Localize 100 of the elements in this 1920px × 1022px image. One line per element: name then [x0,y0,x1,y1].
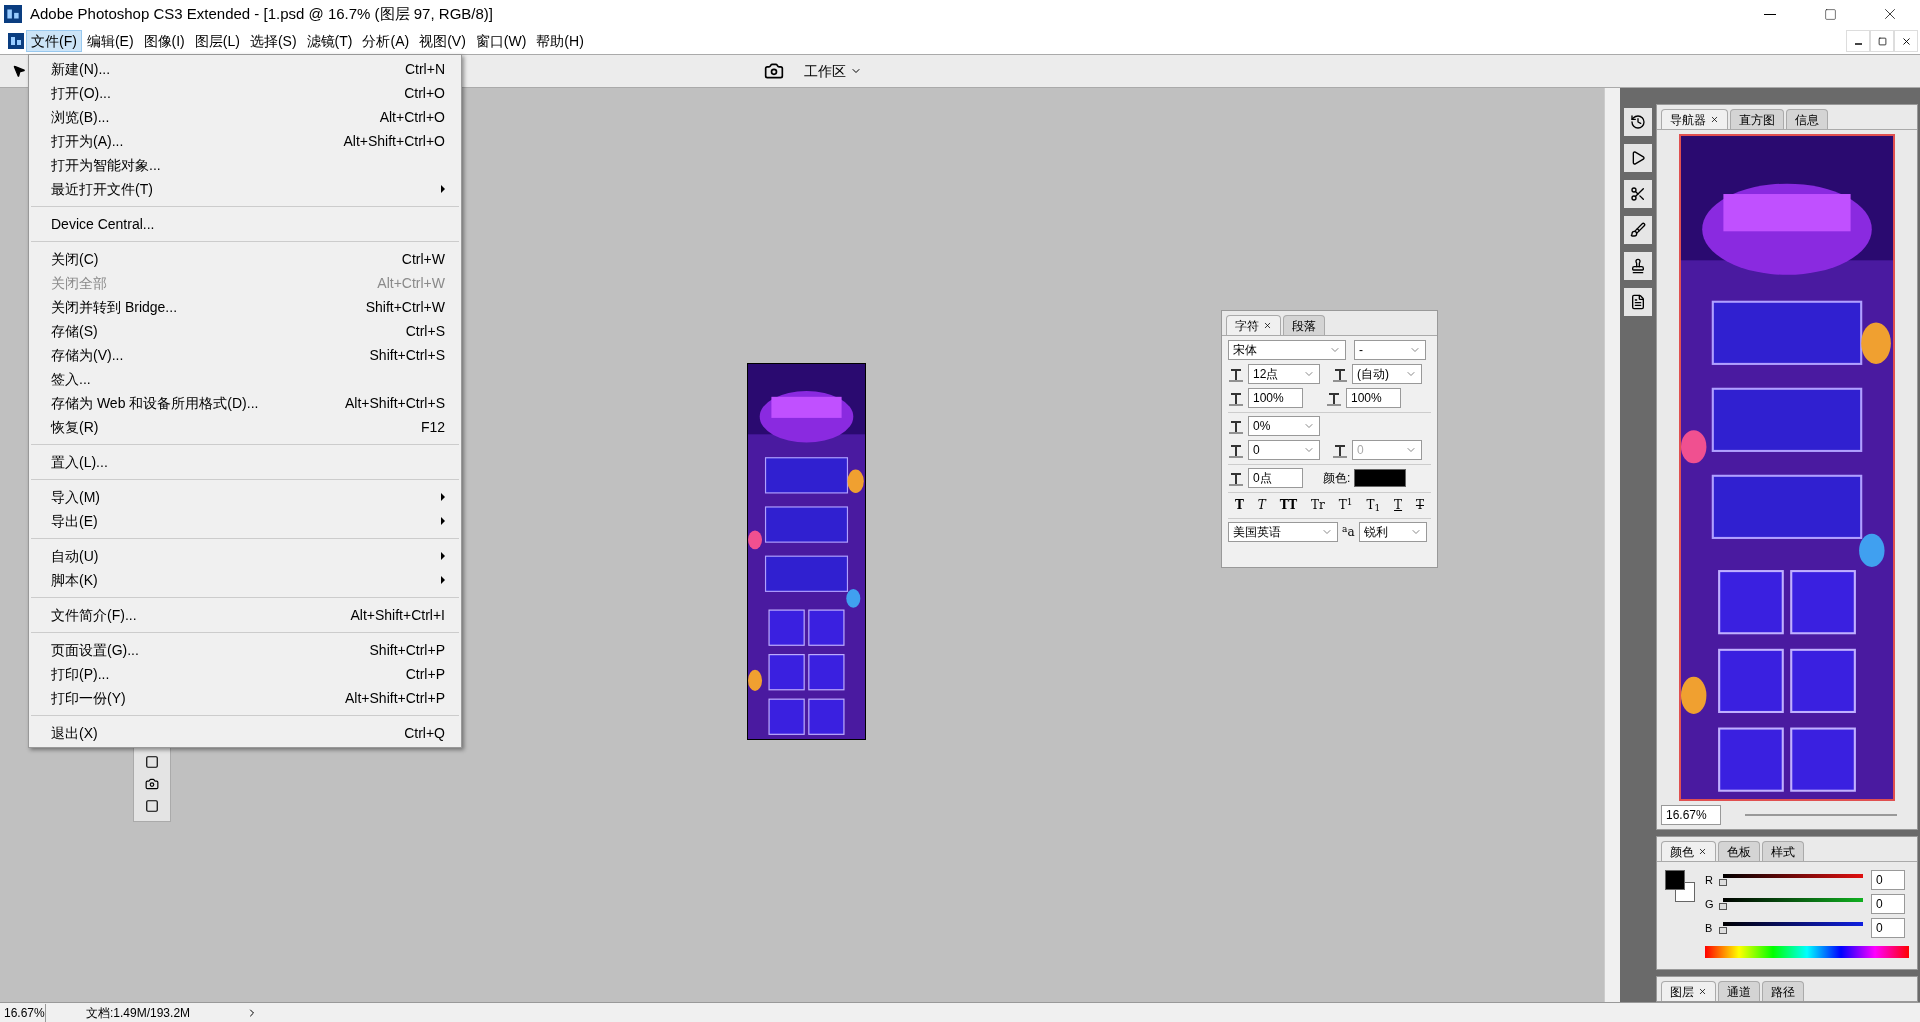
menu-entry[interactable]: 打开(O)... Ctrl+O [29,81,461,105]
submenu-arrow-icon [441,185,445,193]
close-icon[interactable] [1698,987,1707,996]
menu-entry[interactable]: 关闭(C) Ctrl+W [29,247,461,271]
dropdown[interactable]: 美国英语 [1228,522,1338,542]
menu-entry[interactable]: 置入(L)... [29,450,461,474]
input-field[interactable]: 0 [1871,918,1905,938]
menu-entry[interactable]: 关闭并转到 Bridge... Shift+Ctrl+W [29,295,461,319]
color-swatches[interactable] [1665,870,1697,904]
menu-entry[interactable]: 新建(N)... Ctrl+N [29,57,461,81]
menu-entry[interactable]: 浏览(B)... Alt+Ctrl+O [29,105,461,129]
close-icon[interactable] [1263,321,1272,330]
screen-mode-icon[interactable] [145,799,159,813]
dropdown[interactable]: 宋体 [1228,340,1346,360]
close-button[interactable] [1894,30,1918,52]
input-field[interactable]: 0 [1871,870,1905,890]
dock-icon[interactable] [1630,222,1646,238]
panel-tab[interactable]: 字符 [1226,315,1281,335]
panel-tab[interactable]: 图层 [1661,981,1716,1001]
panel-tab[interactable]: 样式 [1762,841,1804,861]
dock-icon[interactable] [1630,186,1646,202]
dock-icon[interactable] [1630,294,1646,310]
close-icon[interactable] [1710,115,1719,124]
menu-item[interactable]: 帮助(H) [531,30,589,52]
input-field[interactable]: 100% [1346,388,1401,408]
panel-tab[interactable]: 直方图 [1730,109,1784,129]
text-style-button[interactable]: T [1392,496,1405,514]
panel-tab[interactable]: 颜色 [1661,841,1716,861]
color-swatch[interactable] [1354,469,1407,487]
menu-item[interactable]: 视图(V) [414,30,471,52]
close-icon[interactable] [1698,847,1707,856]
menu-entry[interactable]: 导入(M) [29,485,461,509]
input-field[interactable]: 0 [1871,894,1905,914]
text-style-button[interactable]: T [1255,496,1268,514]
menu-item[interactable]: 分析(A) [357,30,415,52]
menu-item[interactable]: 滤镜(T) [301,30,358,52]
panel-tab[interactable]: 段落 [1283,315,1325,335]
menu-entry[interactable]: 最近打开文件(T) [29,177,461,201]
panel-tab[interactable]: 路径 [1762,981,1804,1001]
menu-entry[interactable]: 页面设置(G)... Shift+Ctrl+P [29,638,461,662]
channel-label: B [1705,920,1714,936]
menu-item[interactable]: 图层(L) [189,30,245,52]
menu-item[interactable]: 编辑(E) [81,30,139,52]
close-icon [1900,35,1912,47]
menu-entry[interactable]: 存储(S) Ctrl+S [29,319,461,343]
slider-thumb[interactable] [1719,903,1727,910]
menu-entry[interactable]: 打开为智能对象... [29,153,461,177]
text-style-button[interactable]: T [1232,496,1246,514]
input-field[interactable]: 100% [1248,388,1303,408]
panel-tab[interactable]: 导航器 [1661,109,1728,129]
move-tool-icon[interactable] [12,64,26,78]
text-style-button[interactable]: TT [1277,496,1300,514]
menu-entry[interactable]: 文件简介(F)... Alt+Shift+Ctrl+I [29,603,461,627]
camera-icon[interactable] [764,61,784,81]
menu-entry[interactable]: Device Central... [29,212,461,236]
slider-thumb[interactable] [1719,927,1727,934]
menu-entry[interactable]: 自动(U) [29,544,461,568]
workspace-button[interactable]: 工作区 [796,60,870,82]
dropdown[interactable]: 0% [1248,416,1320,436]
menu-entry[interactable]: 退出(X) Ctrl+Q [29,721,461,745]
text-style-button[interactable]: T [1413,496,1426,514]
input-field[interactable]: 0点 [1248,468,1303,488]
text-style-button[interactable]: Tr [1309,496,1327,514]
menu-entry[interactable]: 打开为(A)... Alt+Shift+Ctrl+O [29,129,461,153]
menu-entry[interactable]: 签入... [29,367,461,391]
input-field[interactable]: 16.67% [1661,805,1721,825]
menu-entry[interactable]: 导出(E) [29,509,461,533]
menu-entry[interactable]: 打印一份(Y) Alt+Shift+Ctrl+P [29,686,461,710]
restore-icon [1823,7,1837,21]
dock-icon[interactable] [1630,150,1646,166]
dock-icon[interactable] [1630,114,1646,130]
panel-tab[interactable]: 通道 [1718,981,1760,1001]
menu-item[interactable]: 文件(F) [26,30,82,52]
panel-tab[interactable]: 色板 [1718,841,1760,861]
slider-thumb[interactable] [1719,879,1727,886]
dropdown[interactable]: 锐利 [1358,522,1427,542]
vertical-scrollbar[interactable] [1604,88,1620,1002]
menu-entry[interactable]: 存储为(V)... Shift+Ctrl+S [29,343,461,367]
color-label: 颜色: [1323,470,1351,487]
dropdown[interactable]: (自动) [1352,364,1422,384]
submenu-arrow-icon [441,493,445,501]
square-icon[interactable] [145,755,159,769]
text-style-button[interactable]: T$_{1}$ [1364,496,1383,514]
dropdown[interactable]: 0 [1248,440,1320,460]
camera-icon[interactable] [145,777,159,791]
menu-entry[interactable]: 存储为 Web 和设备所用格式(D)... Alt+Shift+Ctrl+S [29,391,461,415]
text-style-button[interactable]: T$^{1}$ [1336,496,1355,514]
restore-button[interactable] [1870,30,1894,52]
dock-icon[interactable] [1630,258,1646,274]
menu-item[interactable]: 图像(I) [138,30,190,52]
minimize-button[interactable] [1846,30,1870,52]
panel-tab[interactable]: 信息 [1786,109,1828,129]
menu-item[interactable]: 窗口(W) [470,30,532,52]
menu-entry[interactable]: 打印(P)... Ctrl+P [29,662,461,686]
menu-entry[interactable]: 恢复(R) F12 [29,415,461,439]
dropdown[interactable]: - [1354,340,1426,360]
color-ramp[interactable] [1705,946,1909,958]
dropdown[interactable]: 12点 [1248,364,1320,384]
menu-item[interactable]: 选择(S) [244,30,302,52]
menu-entry[interactable]: 脚本(K) [29,568,461,592]
